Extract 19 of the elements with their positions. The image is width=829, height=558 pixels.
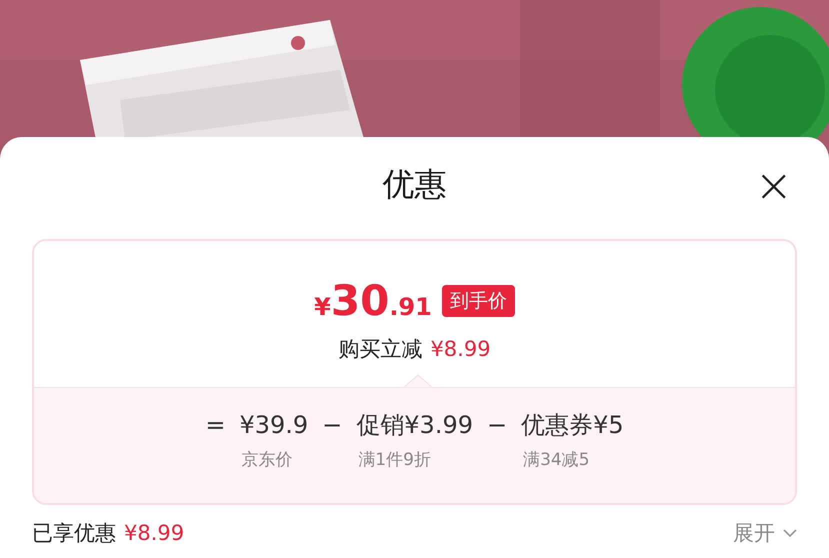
breakdown-note: 京东价: [240, 449, 294, 471]
breakdown-amount: ¥39.9: [239, 410, 308, 440]
sheet-title: 优惠: [382, 164, 446, 205]
expand-button[interactable]: 展开: [733, 519, 797, 547]
saving-label: 购买立减: [338, 336, 422, 363]
close-button[interactable]: ×: [754, 165, 793, 205]
final-price: ¥30.91: [314, 279, 432, 323]
breakdown-amount: 优惠券¥5: [521, 410, 624, 440]
saving-amount: ¥8.99: [430, 337, 491, 361]
operator-sign: −: [487, 410, 508, 440]
operator-sign: −: [322, 410, 342, 440]
discount-label: 已享优惠: [32, 520, 116, 547]
discount-amount: ¥8.99: [124, 521, 184, 545]
breakdown-note: 满1件9折: [357, 449, 432, 471]
breakdown-amount: 促销¥3.99: [356, 410, 473, 440]
operator-sign: =: [205, 410, 226, 440]
price-tag: 到手价: [442, 285, 515, 317]
chevron-icon: [783, 529, 797, 537]
breakdown-note: 满34减5: [522, 449, 591, 471]
